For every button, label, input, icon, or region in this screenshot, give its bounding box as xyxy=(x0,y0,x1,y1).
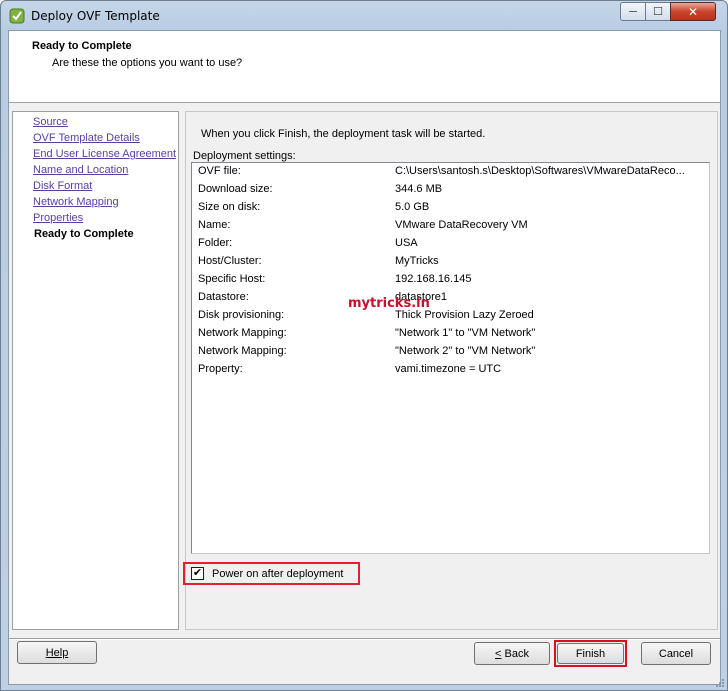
window-title: Deploy OVF Template xyxy=(31,9,160,23)
back-button-label: Back xyxy=(501,647,529,660)
setting-value: datastore1 xyxy=(395,291,447,303)
cancel-button-label: Cancel xyxy=(658,647,694,660)
setting-key: Host/Cluster: xyxy=(198,255,262,267)
setting-key: Network Mapping: xyxy=(198,327,287,339)
setting-value: USA xyxy=(395,237,418,249)
setting-value: 344.6 MB xyxy=(395,183,443,195)
setting-key: Size on disk: xyxy=(198,201,261,213)
page-subtitle: Are these the options you want to use? xyxy=(52,57,243,69)
step-disk-format[interactable]: Disk Format xyxy=(33,180,92,192)
setting-key: Name: xyxy=(198,219,231,231)
step-network-mapping[interactable]: Network Mapping xyxy=(33,196,119,208)
wizard-steps-panel: Source OVF Template Details End User Lic… xyxy=(12,111,179,630)
setting-row: Network Mapping: "Network 2" to "VM Netwo… xyxy=(192,343,709,361)
setting-value: "Network 2" to "VM Network" xyxy=(395,345,536,357)
maximize-icon: ☐ xyxy=(653,6,663,18)
setting-row: Datastore: datastore1 xyxy=(192,289,709,307)
setting-value: VMware DataRecovery VM xyxy=(395,219,528,231)
setting-row: Property: vami.timezone = UTC xyxy=(192,361,709,379)
setting-value: MyTricks xyxy=(395,255,439,267)
power-on-checkbox[interactable]: ✔ xyxy=(191,567,204,580)
step-eula[interactable]: End User License Agreement xyxy=(33,148,176,160)
deployment-settings-list[interactable]: OVF file: C:\Users\santosh.s\Desktop\Soft… xyxy=(191,162,710,554)
step-ready-to-complete: Ready to Complete xyxy=(34,228,134,240)
setting-value: 192.168.16.145 xyxy=(395,273,472,285)
minimize-icon: ─ xyxy=(629,5,637,18)
finish-highlight: Finish xyxy=(554,640,627,667)
setting-row: Folder: USA xyxy=(192,235,709,253)
watermark-text: mytricks.in xyxy=(348,296,430,311)
minimize-button[interactable]: ─ xyxy=(620,2,646,21)
vsphere-app-icon xyxy=(9,8,25,24)
setting-key: Folder: xyxy=(198,237,233,249)
deployment-settings-label: Deployment settings: xyxy=(193,150,296,162)
setting-key: Datastore: xyxy=(198,291,249,303)
finish-button-label: Finish xyxy=(575,647,606,660)
wizard-header: Ready to Complete Are these the options … xyxy=(9,31,720,103)
cancel-button[interactable]: Cancel xyxy=(641,642,711,665)
setting-row: Download size: 344.6 MB xyxy=(192,181,709,199)
setting-value: "Network 1" to "VM Network" xyxy=(395,327,536,339)
setting-key: OVF file: xyxy=(198,165,241,177)
setting-key: Disk provisioning: xyxy=(198,309,285,321)
setting-value: Thick Provision Lazy Zeroed xyxy=(395,309,534,321)
setting-value: C:\Users\santosh.s\Desktop\Softwares\VMw… xyxy=(395,165,685,177)
setting-row: Specific Host: 192.168.16.145 xyxy=(192,271,709,289)
checkmark-icon: ✔ xyxy=(192,567,203,579)
maximize-button[interactable]: ☐ xyxy=(645,2,671,21)
page-title: Ready to Complete xyxy=(32,40,132,52)
power-on-highlight: ✔ Power on after deployment xyxy=(183,562,360,585)
help-button-label: Help xyxy=(45,646,69,659)
setting-value: vami.timezone = UTC xyxy=(395,363,502,375)
step-properties[interactable]: Properties xyxy=(33,212,83,224)
help-button[interactable]: Help xyxy=(17,641,97,664)
close-button[interactable]: ✕ xyxy=(670,2,716,21)
title-bar[interactable]: Deploy OVF Template ─ ☐ ✕ xyxy=(1,1,727,31)
dialog-client-area: Ready to Complete Are these the options … xyxy=(8,30,721,685)
deploy-ovf-window: Deploy OVF Template ─ ☐ ✕ Ready to Compl… xyxy=(0,0,728,691)
setting-row: OVF file: C:\Users\santosh.s\Desktop\Soft… xyxy=(192,163,709,181)
step-name-and-location[interactable]: Name and Location xyxy=(33,164,128,176)
setting-key: Network Mapping: xyxy=(198,345,287,357)
setting-row: Size on disk: 5.0 GB xyxy=(192,199,709,217)
setting-key: Download size: xyxy=(198,183,273,195)
intro-text: When you click Finish, the deployment ta… xyxy=(201,128,486,140)
setting-value: 5.0 GB xyxy=(395,201,430,213)
setting-row: Name: VMware DataRecovery VM xyxy=(192,217,709,235)
setting-key: Property: xyxy=(198,363,243,375)
close-icon: ✕ xyxy=(687,4,699,19)
setting-key: Specific Host: xyxy=(198,273,266,285)
setting-row: Network Mapping: "Network 1" to "VM Netwo… xyxy=(192,325,709,343)
step-ovf-template-details[interactable]: OVF Template Details xyxy=(33,132,140,144)
setting-row: Host/Cluster: MyTricks xyxy=(192,253,709,271)
step-source[interactable]: Source xyxy=(33,116,68,128)
finish-button[interactable]: Finish xyxy=(557,643,624,664)
back-button[interactable]: < Back xyxy=(474,642,550,665)
resize-grip-icon[interactable] xyxy=(715,678,725,688)
power-on-label[interactable]: Power on after deployment xyxy=(212,568,343,580)
setting-row: Disk provisioning: Thick Provision Lazy Z… xyxy=(192,307,709,325)
